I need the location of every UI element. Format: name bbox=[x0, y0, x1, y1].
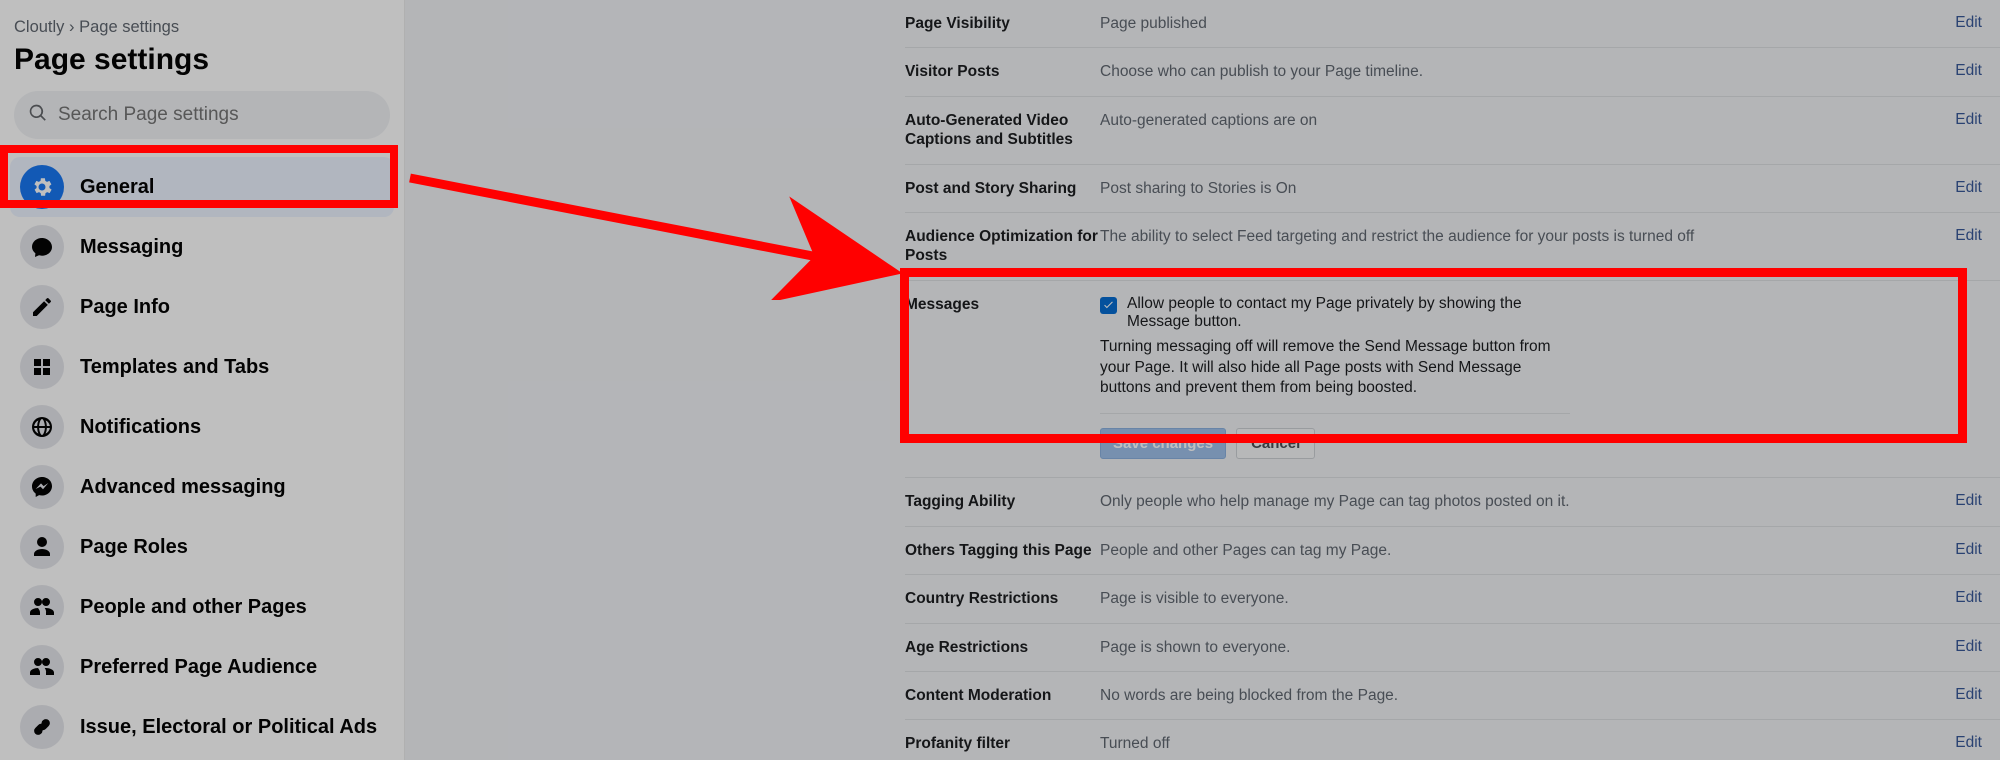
row-country-restrictions: Country Restrictions Page is visible to … bbox=[905, 575, 2000, 623]
row-label: Audience Optimization for Posts bbox=[905, 227, 1100, 266]
row-value: People and other Pages can tag my Page. bbox=[1100, 541, 1945, 560]
messenger-icon bbox=[20, 465, 64, 509]
row-label: Content Moderation bbox=[905, 686, 1100, 705]
row-value: Page is shown to everyone. bbox=[1100, 638, 1945, 657]
edit-link[interactable]: Edit bbox=[1955, 734, 1982, 751]
row-label: Auto-Generated Video Captions and Subtit… bbox=[905, 111, 1100, 150]
sidebar: Cloutly › Page settings Page settings Ge… bbox=[0, 0, 405, 760]
row-label: Visitor Posts bbox=[905, 62, 1100, 81]
row-page-visibility: Page Visibility Page published Edit bbox=[905, 0, 2000, 48]
person-icon bbox=[20, 525, 64, 569]
row-content-moderation: Content Moderation No words are being bl… bbox=[905, 672, 2000, 720]
sidebar-item-label: General bbox=[80, 176, 154, 199]
row-profanity-filter: Profanity filter Turned off Edit bbox=[905, 720, 2000, 760]
row-value: Choose who can publish to your Page time… bbox=[1100, 62, 1945, 81]
row-others-tagging: Others Tagging this Page People and othe… bbox=[905, 527, 2000, 575]
messages-checkbox-row[interactable]: Allow people to contact my Page privatel… bbox=[1100, 295, 1570, 331]
sidebar-item-label: Notifications bbox=[80, 416, 201, 439]
edit-link[interactable]: Edit bbox=[1955, 227, 1982, 244]
general-settings-table: Page Visibility Page published Edit Visi… bbox=[905, 0, 2000, 760]
pencil-icon bbox=[20, 285, 64, 329]
sidebar-item-notifications[interactable]: Notifications bbox=[10, 397, 394, 457]
edit-link[interactable]: Edit bbox=[1955, 638, 1982, 655]
save-changes-button[interactable]: Save changes bbox=[1100, 428, 1226, 459]
row-label: Age Restrictions bbox=[905, 638, 1100, 657]
edit-link[interactable]: Edit bbox=[1955, 541, 1982, 558]
row-label: Tagging Ability bbox=[905, 492, 1100, 511]
gear-icon bbox=[20, 165, 64, 209]
sidebar-item-label: Page Roles bbox=[80, 536, 188, 559]
row-value: No words are being blocked from the Page… bbox=[1100, 686, 1945, 705]
messages-note: Turning messaging off will remove the Se… bbox=[1100, 337, 1570, 400]
edit-link[interactable]: Edit bbox=[1955, 14, 1982, 31]
page-settings-screen: Cloutly › Page settings Page settings Ge… bbox=[0, 0, 2000, 760]
row-value: The ability to select Feed targeting and… bbox=[1100, 227, 1945, 246]
sidebar-item-page-info[interactable]: Page Info bbox=[10, 277, 394, 337]
row-value: Page published bbox=[1100, 14, 1945, 33]
row-label: Profanity filter bbox=[905, 734, 1100, 753]
grid-icon bbox=[20, 345, 64, 389]
people-icon bbox=[20, 645, 64, 689]
row-label: Country Restrictions bbox=[905, 589, 1100, 608]
sidebar-item-people-pages[interactable]: People and other Pages bbox=[10, 577, 394, 637]
edit-link[interactable]: Edit bbox=[1955, 589, 1982, 606]
sidebar-item-page-roles[interactable]: Page Roles bbox=[10, 517, 394, 577]
row-label: Post and Story Sharing bbox=[905, 179, 1100, 198]
row-tagging-ability: Tagging Ability Only people who help man… bbox=[905, 478, 2000, 526]
sidebar-item-general[interactable]: General bbox=[10, 157, 394, 217]
sidebar-item-label: Messaging bbox=[80, 236, 183, 259]
search-input[interactable] bbox=[58, 104, 376, 126]
sidebar-item-preferred-audience[interactable]: Preferred Page Audience bbox=[10, 637, 394, 697]
row-audience-optimization: Audience Optimization for Posts The abil… bbox=[905, 213, 2000, 281]
row-auto-captions: Auto-Generated Video Captions and Subtit… bbox=[905, 97, 2000, 165]
messages-checkbox-label: Allow people to contact my Page privatel… bbox=[1127, 295, 1570, 331]
search-field[interactable] bbox=[14, 91, 390, 139]
breadcrumb[interactable]: Cloutly › Page settings bbox=[10, 16, 394, 43]
sidebar-item-templates-tabs[interactable]: Templates and Tabs bbox=[10, 337, 394, 397]
cancel-button[interactable]: Cancel bbox=[1236, 428, 1315, 459]
row-visitor-posts: Visitor Posts Choose who can publish to … bbox=[905, 48, 2000, 96]
row-label: Messages bbox=[905, 295, 1100, 314]
chat-icon bbox=[20, 225, 64, 269]
row-value: Turned off bbox=[1100, 734, 1945, 753]
row-post-story-sharing: Post and Story Sharing Post sharing to S… bbox=[905, 165, 2000, 213]
link-icon bbox=[20, 705, 64, 749]
people-icon bbox=[20, 585, 64, 629]
edit-link[interactable]: Edit bbox=[1955, 62, 1982, 79]
search-icon bbox=[28, 103, 48, 128]
sidebar-item-label: Templates and Tabs bbox=[80, 356, 269, 379]
edit-link[interactable]: Edit bbox=[1955, 686, 1982, 703]
row-label: Page Visibility bbox=[905, 14, 1100, 33]
sidebar-item-label: People and other Pages bbox=[80, 596, 307, 619]
edit-link[interactable]: Edit bbox=[1955, 179, 1982, 196]
row-messages-expanded: Messages Allow people to contact my Page… bbox=[905, 281, 2000, 479]
row-value: Only people who help manage my Page can … bbox=[1100, 492, 1945, 511]
page-title: Page settings bbox=[10, 43, 394, 91]
checkbox-checked-icon[interactable] bbox=[1100, 297, 1117, 314]
sidebar-item-political-ads[interactable]: Issue, Electoral or Political Ads bbox=[10, 697, 394, 757]
row-label: Others Tagging this Page bbox=[905, 541, 1100, 560]
globe-icon bbox=[20, 405, 64, 449]
sidebar-item-label: Issue, Electoral or Political Ads bbox=[80, 716, 377, 739]
edit-link[interactable]: Edit bbox=[1955, 111, 1982, 128]
row-age-restrictions: Age Restrictions Page is shown to everyo… bbox=[905, 624, 2000, 672]
sidebar-item-advanced-messaging[interactable]: Advanced messaging bbox=[10, 457, 394, 517]
annotation-arrow bbox=[405, 160, 915, 300]
sidebar-item-messaging[interactable]: Messaging bbox=[10, 217, 394, 277]
divider bbox=[1100, 413, 1570, 414]
sidebar-item-label: Advanced messaging bbox=[80, 476, 286, 499]
sidebar-item-label: Page Info bbox=[80, 296, 170, 319]
row-value: Page is visible to everyone. bbox=[1100, 589, 1945, 608]
row-value: Post sharing to Stories is On bbox=[1100, 179, 1945, 198]
sidebar-item-label: Preferred Page Audience bbox=[80, 656, 317, 679]
row-value: Auto-generated captions are on bbox=[1100, 111, 1945, 130]
edit-link[interactable]: Edit bbox=[1955, 492, 1982, 509]
